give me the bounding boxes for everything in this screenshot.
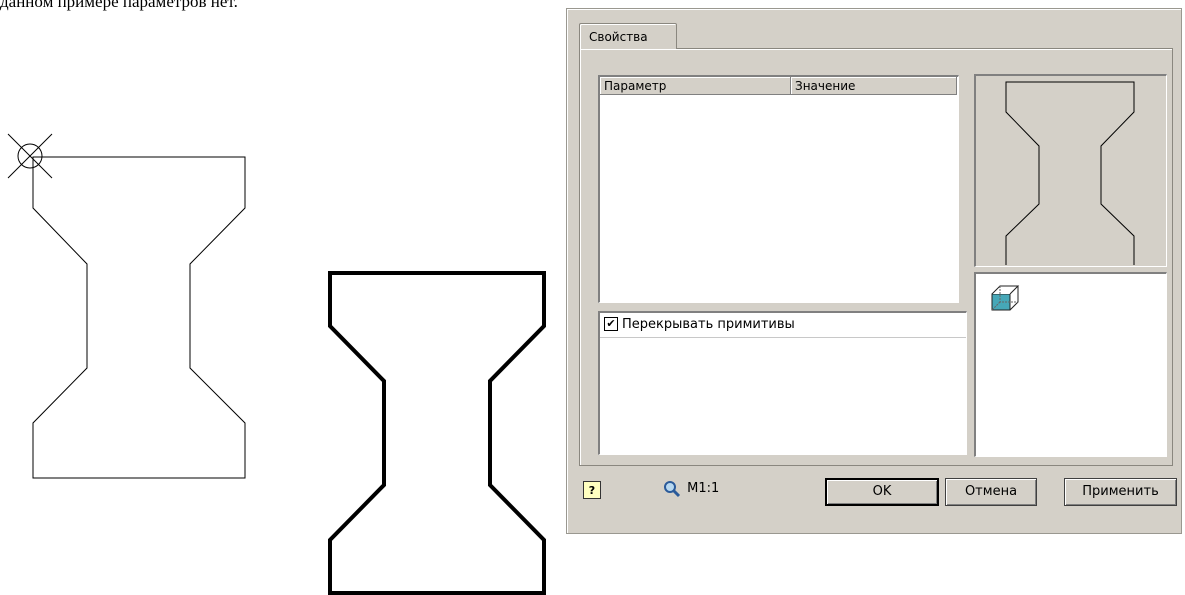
zoom-icon [664,480,681,497]
shape-preview-drawing [1005,81,1135,267]
overlap-primitives-row[interactable]: ✔ Перекрывать примитивы [600,313,966,338]
scale-control[interactable]: М1:1 [663,479,719,499]
cancel-button[interactable]: Отмена [945,478,1037,506]
properties-dialog: Свойства Параметр Значение ✔ Перекрывать… [566,8,1182,534]
column-header-parameter[interactable]: Параметр [600,77,791,95]
thick-paving-block-outline [328,271,546,595]
apply-button[interactable]: Применить [1064,478,1177,506]
scale-label: М1:1 [687,481,720,496]
parameters-table[interactable]: Параметр Значение [598,75,959,303]
ok-button[interactable]: OK [825,478,939,506]
column-header-value[interactable]: Значение [791,77,957,95]
cube-icon[interactable] [988,280,1022,314]
tab-properties[interactable]: Свойства [579,23,677,49]
overlap-primitives-label: Перекрывать примитивы [622,317,795,332]
view-preview [974,272,1167,457]
options-list: ✔ Перекрывать примитивы [598,311,967,455]
cad-drawing-area [7,133,546,595]
tab-page: Параметр Значение ✔ Перекрывать примитив… [579,48,1173,466]
overlap-primitives-checkbox[interactable]: ✔ [604,317,618,331]
shape-preview [974,74,1167,267]
insertion-point-marker [7,133,53,179]
dialog-button-bar: ? М1:1 OK Отмена Применить [567,471,1181,531]
help-icon[interactable]: ? [583,481,601,499]
thin-paving-block-outline [32,156,246,479]
